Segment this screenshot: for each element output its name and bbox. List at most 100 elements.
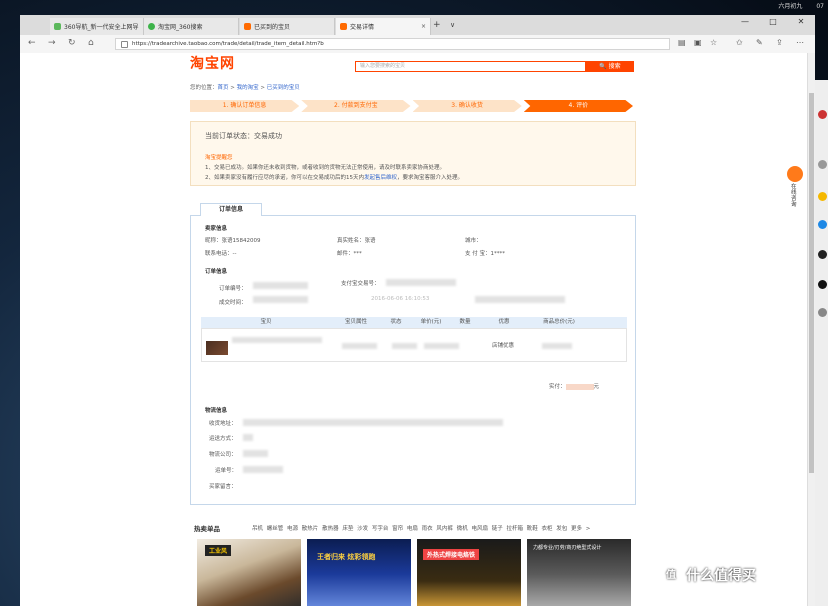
logistics-company-redacted — [243, 450, 268, 457]
hot-category[interactable]: 发包 — [556, 526, 567, 532]
close-window-button[interactable]: ✕ — [787, 17, 815, 26]
home-icon[interactable]: ⌂ — [88, 38, 94, 48]
order-number-redacted — [253, 282, 308, 289]
product-badge: 外热式焊接电烙铁 — [423, 549, 480, 560]
mascot-icon — [787, 166, 803, 182]
share-icon[interactable]: ⇪ — [776, 38, 783, 47]
more-menu-icon[interactable]: ⋯ — [796, 38, 804, 47]
online-consult-widget[interactable]: 在线咨询 — [785, 166, 805, 222]
hot-category[interactable]: 风内裤 — [436, 526, 453, 532]
favorites-icon[interactable]: ✩ — [736, 38, 743, 47]
hot-category[interactable]: 靴鞋 — [527, 526, 538, 532]
search-button[interactable]: 🔍 搜索 — [586, 61, 634, 72]
dock-app-icon[interactable] — [818, 220, 827, 229]
refresh-icon[interactable]: ↻ — [68, 38, 76, 48]
item-table-header: 宝贝 宝贝属性 状态 单价(元) 数量 优惠 商品总价(元) — [201, 317, 627, 328]
lock-icon — [121, 41, 128, 48]
collections-icon[interactable]: ▣ — [694, 38, 702, 47]
tab-favicon-icon — [148, 23, 155, 30]
hot-category[interactable]: 螺丝管 — [267, 526, 284, 532]
hot-category[interactable]: 床垫 — [342, 526, 353, 532]
item-title-redacted — [232, 337, 322, 343]
back-arrow-icon[interactable]: ← — [28, 38, 36, 48]
tab-favicon-icon — [340, 23, 347, 30]
dock-app-icon[interactable] — [818, 280, 827, 289]
tab-list-button[interactable]: ∨ — [450, 21, 455, 29]
step-confirm-receipt: 3. 确认收货 — [412, 100, 522, 112]
tab-trade-detail[interactable]: 交易详情 × — [336, 18, 431, 35]
product-card[interactable]: 工业风 — [197, 539, 301, 606]
breadcrumb-bought[interactable]: 已买到的宝贝 — [267, 85, 300, 91]
favorite-star-icon[interactable]: ☆ — [710, 38, 717, 47]
shipping-method-redacted — [243, 434, 253, 441]
hot-category[interactable]: 链子 — [492, 526, 503, 532]
hot-category[interactable]: 沙发 — [357, 526, 368, 532]
hot-category[interactable]: 电风扇 — [471, 526, 488, 532]
hot-category[interactable]: 散热器 — [322, 526, 339, 532]
hot-category[interactable]: 散热片 — [302, 526, 319, 532]
dock-app-icon[interactable] — [818, 192, 827, 201]
hot-category[interactable]: 电扇 — [407, 526, 418, 532]
item-attr-redacted — [342, 343, 377, 349]
hot-category[interactable]: 衣柜 — [542, 526, 553, 532]
dock-app-icon[interactable] — [818, 110, 827, 119]
item-total-redacted — [542, 343, 572, 349]
close-tab-icon[interactable]: × — [418, 23, 426, 30]
time-redacted — [475, 296, 565, 303]
page-scrollbar[interactable] — [807, 53, 815, 606]
tab-360-search[interactable]: 淘宝网_360搜索 — [144, 18, 239, 35]
hot-category[interactable]: 写字台 — [372, 526, 389, 532]
forward-arrow-icon[interactable]: → — [48, 38, 56, 48]
after-sale-link[interactable]: 发起售后维权 — [364, 175, 397, 181]
hot-items-title: 热卖单品 — [194, 525, 220, 533]
product-card[interactable]: 外热式焊接电烙铁 — [417, 539, 521, 606]
breadcrumb-home[interactable]: 首页 — [218, 85, 229, 91]
hot-category[interactable]: 电源 — [287, 526, 298, 532]
tab-bought-items[interactable]: 已买到的宝贝 — [240, 18, 335, 35]
hot-category[interactable]: 雨衣 — [422, 526, 433, 532]
order-info-panel: 卖家信息 昵称：张语15842009 真实姓名：张语 城市： 联系电话：-- 邮… — [190, 215, 636, 505]
more-link[interactable]: 更多 > — [571, 526, 590, 532]
hot-category[interactable]: 微机 — [457, 526, 468, 532]
hot-category[interactable]: 吊机 — [252, 526, 263, 532]
minimize-button[interactable]: — — [731, 17, 759, 26]
seller-nick: 昵称：张语15842009 — [205, 238, 261, 244]
waybill-redacted — [243, 466, 283, 473]
pen-icon[interactable]: ✎ — [756, 38, 763, 47]
seller-email: 邮件：*** — [337, 251, 362, 257]
logistics-title: 物流信息 — [205, 408, 228, 414]
watermark: 值什么值得买 — [660, 565, 756, 587]
tab-order-info[interactable]: 订单信息 — [200, 203, 262, 216]
maximize-button[interactable]: □ — [759, 17, 787, 26]
deal-time-label: 成交时间： — [219, 300, 247, 306]
shipping-address-redacted — [243, 419, 503, 426]
item-price-redacted — [424, 343, 459, 349]
product-badge: 力都专业/刃劳/商刃绝型式设计 — [533, 545, 602, 551]
dock-app-icon[interactable] — [818, 308, 827, 317]
tab-360-nav[interactable]: 360导航_新一代安全上网导 — [50, 18, 144, 35]
taobao-logo[interactable]: 淘宝网 — [190, 53, 235, 73]
scrollbar-thumb[interactable] — [809, 93, 814, 473]
item-thumbnail[interactable] — [206, 341, 228, 355]
new-tab-button[interactable]: + — [433, 20, 441, 30]
logistics-company-label: 物流公司： — [209, 452, 237, 458]
alipay-trade-no-redacted — [386, 279, 456, 286]
dock-app-icon[interactable] — [818, 250, 827, 259]
hot-category[interactable]: 窗帘 — [392, 526, 403, 532]
product-card[interactable]: 力都专业/刃劳/商刃绝型式设计 — [527, 539, 631, 606]
seller-city: 城市： — [465, 238, 482, 244]
breadcrumb-my-taobao[interactable]: 我的淘宝 — [237, 85, 259, 91]
reminder-line-2: 2、如果卖家没有履行应尽的承诺，你可以在交易成功后的15天内发起售后维权，要求淘… — [205, 175, 464, 181]
paid-total-redacted — [565, 383, 594, 390]
dock-app-icon[interactable] — [818, 160, 827, 169]
shop-promo-label: 店铺优惠 — [492, 343, 515, 349]
url-input[interactable]: https://tradearchive.taobao.com/trade/de… — [115, 38, 670, 50]
hot-category[interactable]: 拉杆箱 — [506, 526, 523, 532]
reminder-title: 淘宝提醒您 — [205, 155, 233, 161]
reader-icon[interactable]: ▤ — [678, 38, 686, 47]
search-input[interactable]: 输入您要搜索的宝贝 — [355, 61, 586, 72]
system-clock: 六月初九 07 — [778, 3, 824, 10]
product-card[interactable]: 王者归来 炫彩领跑 — [307, 539, 411, 606]
address-bar-row: ← → ↻ ⌂ https://tradearchive.taobao.com/… — [20, 35, 815, 54]
order-status: 当前订单状态：交易成功 — [205, 132, 282, 140]
